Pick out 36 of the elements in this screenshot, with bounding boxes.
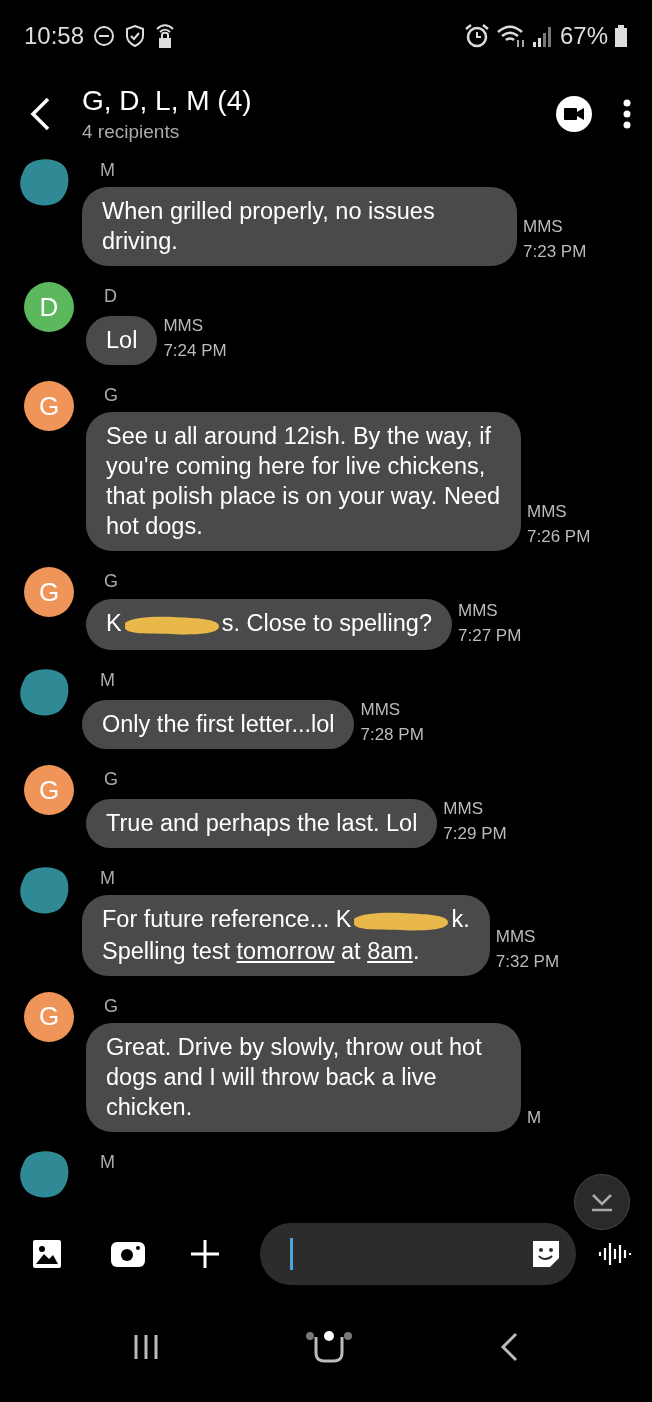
message-bubble[interactable]: When grilled properly, no issues driving. <box>82 187 517 266</box>
sender-name: D <box>104 286 117 307</box>
conversation-title: G, D, L, M (4) <box>82 85 252 117</box>
message-type: MMS <box>163 315 205 337</box>
message-type: MMS <box>360 699 402 721</box>
message-type: MMS <box>443 798 485 820</box>
message-time: 7:24 PM <box>163 340 227 362</box>
message-type: M <box>527 1106 542 1129</box>
sender-name: M <box>100 670 115 691</box>
message-bubble[interactable]: Only the first letter...lol <box>82 700 355 749</box>
message-time: 7:29 PM <box>443 823 507 845</box>
sender-name: G <box>104 385 118 406</box>
message-type: MMS <box>458 600 499 622</box>
message-time: 7:27 PM <box>458 625 522 647</box>
sender-name: M <box>100 1151 115 1173</box>
message-type: MMS <box>527 501 568 523</box>
message-time: 7:23 PM <box>523 241 587 263</box>
message-bubble[interactable]: K s. Close to spelling? <box>86 599 452 650</box>
status-time: 10:58 <box>24 22 85 50</box>
message-time: 7:26 PM <box>527 526 591 548</box>
sender-name: M <box>100 868 115 889</box>
message-bubble[interactable]: For future reference... K k. Spelling test tomorrow at 8am. <box>82 895 490 976</box>
sender-name: G <box>104 995 118 1017</box>
message-bubble[interactable]: True and perhaps the last. Lol <box>86 799 438 848</box>
sender-name: M <box>100 160 115 181</box>
battery-percent: 67% <box>559 22 608 50</box>
message-bubble[interactable]: Great. Drive by slowly, throw out hot dogs and I will throw back a live chicken. <box>86 1022 521 1132</box>
sender-name: G <box>104 769 118 790</box>
sender-name: G <box>104 571 118 592</box>
recipients-count: 4 recipients <box>82 121 181 143</box>
message-type: MMS <box>495 925 537 948</box>
message-type: MMS <box>523 216 564 238</box>
message-bubble[interactable]: Lol <box>86 316 158 365</box>
message-time: 7:28 PM <box>360 724 424 746</box>
message-time: 7:32 PM <box>495 950 560 973</box>
message-bubble[interactable]: See u all around 12ish. By the way, if you're coming here for live chickens, that polish place is on your way. Need hot dogs. <box>86 412 521 551</box>
